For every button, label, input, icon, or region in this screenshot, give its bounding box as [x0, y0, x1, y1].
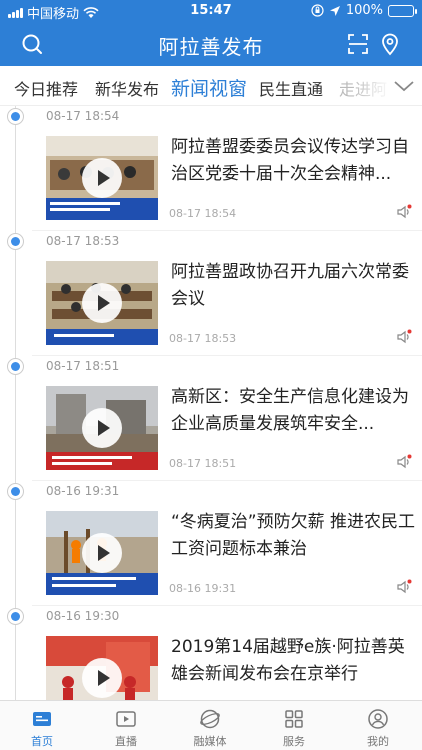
tabbar-home-label: 首页 [31, 735, 53, 748]
home-news-icon [33, 712, 51, 726]
list-item[interactable]: 08-17 18:51 高新区：安全生产信息化建设为企业高质量发展筑牢安全...… [0, 356, 422, 481]
globe-icon [200, 709, 220, 729]
tab-livelihood[interactable]: 民生直通 [259, 76, 323, 100]
user-icon [368, 709, 388, 729]
nav-bar: 阿拉善发布 [0, 22, 422, 66]
location-icon[interactable] [378, 32, 402, 56]
play-icon[interactable] [82, 158, 122, 198]
speaker-icon[interactable] [396, 204, 412, 220]
play-icon[interactable] [82, 408, 122, 448]
video-thumbnail[interactable] [46, 386, 158, 470]
item-title[interactable]: 阿拉善盟委委员会议传达学习自治区党委十届十次全会精神... [171, 134, 416, 188]
tabbar-profile-label: 我的 [367, 735, 389, 748]
tab-today-recommend[interactable]: 今日推荐 [14, 76, 78, 100]
speaker-icon[interactable] [396, 329, 412, 345]
play-icon[interactable] [82, 658, 122, 698]
chevron-down-icon[interactable] [392, 74, 416, 98]
battery-percent: 100% [345, 3, 383, 18]
timeline-dot [7, 358, 24, 375]
live-video-icon [116, 711, 136, 727]
location-arrow-icon [329, 5, 340, 16]
tab-fade-mask [352, 66, 392, 105]
timeline-dot [7, 233, 24, 250]
item-date: 08-16 19:31 [169, 582, 237, 595]
tab-news-window[interactable]: 新闻视窗 [171, 74, 247, 101]
status-right: 100% [311, 3, 417, 18]
timeline-dot [7, 608, 24, 625]
item-date: 08-17 18:54 [169, 207, 237, 220]
item-date: 08-17 18:53 [169, 332, 237, 345]
list-item[interactable]: 08-17 18:53 阿拉善盟政协召开九届六次常委会议 08-17 18:53 [0, 231, 422, 356]
grid-icon [285, 710, 303, 728]
tabbar-live[interactable]: 直播 [84, 707, 168, 749]
status-bar: 中国移动 15:47 100% [0, 0, 422, 22]
video-thumbnail[interactable] [46, 636, 158, 700]
scan-icon[interactable] [346, 32, 370, 56]
list-item[interactable]: 08-16 19:30 2019第14届越野e族·阿拉善英雄会新闻发布会在京举行 [0, 606, 422, 700]
item-time: 08-16 19:30 [46, 609, 120, 623]
item-time: 08-16 19:31 [46, 484, 120, 498]
tabbar-live-label: 直播 [115, 735, 137, 748]
play-icon[interactable] [82, 283, 122, 323]
item-time: 08-17 18:54 [46, 109, 120, 123]
video-thumbnail[interactable] [46, 511, 158, 595]
item-title[interactable]: 2019第14届越野e族·阿拉善英雄会新闻发布会在京举行 [171, 634, 416, 688]
battery-icon [388, 4, 417, 17]
video-thumbnail[interactable] [46, 261, 158, 345]
item-time: 08-17 18:51 [46, 359, 120, 373]
tabbar-services[interactable]: 服务 [252, 707, 336, 749]
item-date: 08-17 18:51 [169, 457, 237, 470]
tabbar-home[interactable]: 首页 [0, 707, 84, 749]
play-icon[interactable] [82, 533, 122, 573]
tabbar-profile[interactable]: 我的 [336, 707, 420, 749]
orientation-lock-icon [311, 4, 324, 17]
item-time: 08-17 18:53 [46, 234, 120, 248]
list-item[interactable]: 08-16 19:31 “冬病夏治”预防欠薪 推进农民工工资问题标本兼治 08-… [0, 481, 422, 606]
timeline-dot [7, 108, 24, 125]
bottom-tab-bar: 首页 直播 融媒体 服务 我的 [0, 700, 422, 750]
tabbar-media[interactable]: 融媒体 [168, 707, 252, 749]
item-title[interactable]: 高新区：安全生产信息化建设为企业高质量发展筑牢安全... [171, 384, 416, 438]
speaker-icon[interactable] [396, 454, 412, 470]
item-title[interactable]: 阿拉善盟政协召开九届六次常委会议 [171, 259, 416, 313]
tabbar-media-label: 融媒体 [193, 735, 227, 748]
tabbar-services-label: 服务 [283, 735, 305, 748]
news-feed: 08-17 18:54 阿拉善盟委委员会议传达学习自治区党委十届十次全会精神..… [0, 106, 422, 700]
category-tabs: 今日推荐 新华发布 新闻视窗 民生直通 走进阿 [0, 66, 422, 106]
timeline-dot [7, 483, 24, 500]
video-thumbnail[interactable] [46, 136, 158, 220]
tab-xinhua-release[interactable]: 新华发布 [95, 76, 159, 100]
item-title[interactable]: “冬病夏治”预防欠薪 推进农民工工资问题标本兼治 [171, 509, 416, 563]
list-item[interactable]: 08-17 18:54 阿拉善盟委委员会议传达学习自治区党委十届十次全会精神..… [0, 106, 422, 231]
speaker-icon[interactable] [396, 579, 412, 595]
